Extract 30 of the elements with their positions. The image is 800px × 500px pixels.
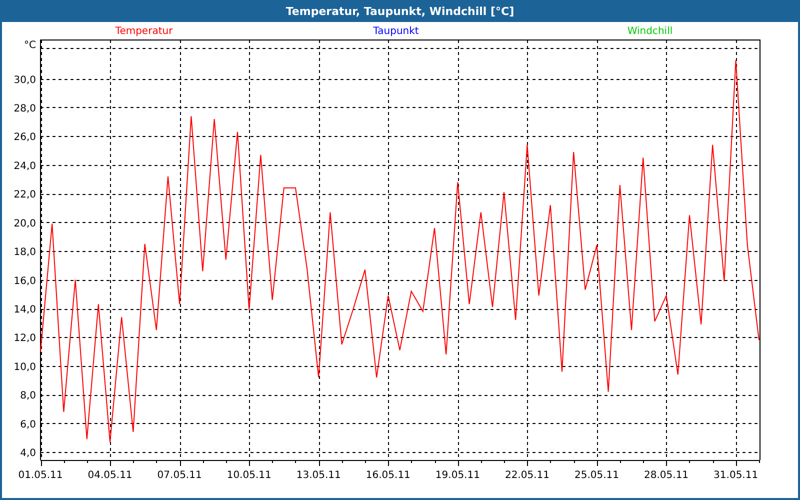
tick-label: 4,0 <box>20 448 36 460</box>
tick-label: 12,0 <box>14 333 36 344</box>
window-title: Temperatur, Taupunkt, Windchill [°C] <box>284 4 516 20</box>
tick-label: 19.05.11 <box>435 470 480 481</box>
tick-label: 22,0 <box>14 190 36 201</box>
tick-label: 14,0 <box>14 304 36 316</box>
legend-label: Taupunkt <box>373 26 419 37</box>
tick-label: 10.05.11 <box>226 470 272 481</box>
tick-label: 22.05.11 <box>504 470 550 481</box>
tick-label: 16,0 <box>14 276 36 287</box>
tick-label: 30,0 <box>14 74 36 86</box>
tick-label: 31.05.11 <box>714 470 758 481</box>
tick-label: 01.05.11 <box>18 470 63 481</box>
tick-label: 28.05.11 <box>644 470 689 481</box>
tick-label: 10,0 <box>14 362 36 373</box>
tick-label: 16.05.11 <box>366 470 410 481</box>
legend-label: Temperatur <box>115 26 173 37</box>
tick-label: 24,0 <box>14 160 36 172</box>
axis-unit-label: °C <box>24 40 36 51</box>
tick-label: 28,0 <box>14 103 36 114</box>
legend-label: Windchill <box>627 26 673 37</box>
tick-label: 04.05.11 <box>88 470 132 481</box>
tick-label: 8,0 <box>20 390 36 402</box>
tick-label: 25.05.11 <box>574 470 620 481</box>
tick-label: 13.05.11 <box>296 470 341 481</box>
tick-label: 26,0 <box>14 132 36 144</box>
tick-label: 18,0 <box>14 247 36 258</box>
tick-label: 6,0 <box>20 419 36 430</box>
tick-label: 07.05.11 <box>157 470 202 481</box>
tick-label: 20,0 <box>14 218 36 230</box>
